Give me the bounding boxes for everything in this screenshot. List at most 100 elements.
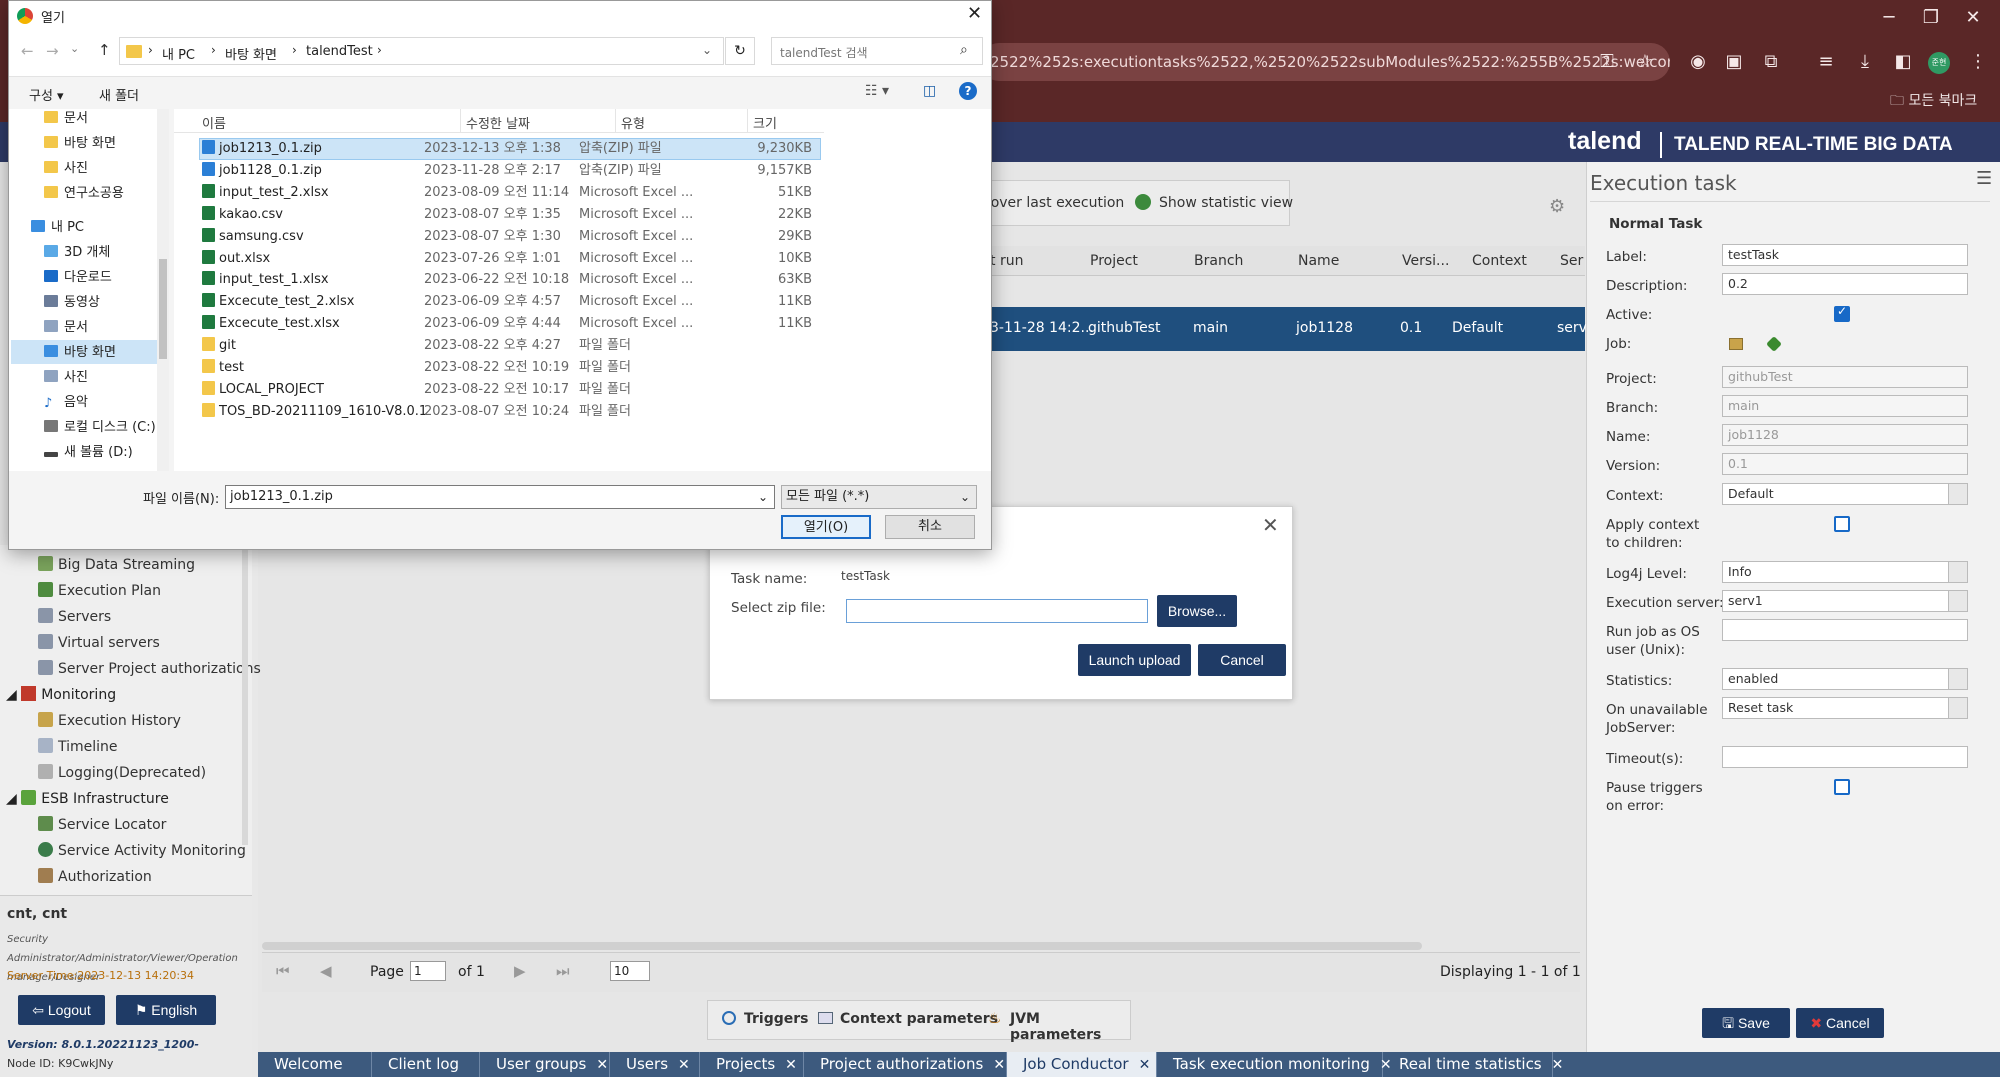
language-button[interactable]: ⚑ English xyxy=(116,995,216,1025)
filename-input[interactable]: job1213_0.1.zip ⌄ xyxy=(225,485,775,509)
nav-service-locator[interactable]: Service Locator xyxy=(38,814,166,836)
close-tab-icon[interactable]: ✕ xyxy=(1552,1057,1564,1073)
page-input[interactable]: 1 xyxy=(410,961,446,981)
up-icon[interactable]: ↑ xyxy=(98,41,111,59)
open-button[interactable]: 열기(O) xyxy=(781,515,871,539)
tree-item[interactable]: 3D 개체 xyxy=(44,243,110,263)
column-header[interactable]: Name xyxy=(1298,253,1339,269)
tab-client-log[interactable]: Client log xyxy=(372,1052,480,1077)
all-bookmarks[interactable]: 🗀 모든 북마크 xyxy=(1890,90,1977,114)
nav-server-project-authorizations[interactable]: Server Project authorizations xyxy=(38,658,261,680)
download-icon[interactable]: ⤓ xyxy=(1852,50,1878,74)
nav-big-data-streaming[interactable]: Big Data Streaming xyxy=(38,554,195,576)
close-tab-icon[interactable]: ✕ xyxy=(993,1057,1005,1073)
chevron-down-icon[interactable]: ⌄ xyxy=(758,486,768,508)
select-job-icon[interactable] xyxy=(1729,338,1743,350)
tree-item[interactable]: 문서 xyxy=(44,109,88,129)
file-row[interactable]: Excecute_test.xlsx 2023-06-09 오후 4:44 Micr… xyxy=(202,313,822,335)
run-as-user-field[interactable] xyxy=(1722,619,1968,641)
dialog-close-icon[interactable]: ✕ xyxy=(967,3,982,24)
tree-item[interactable]: 문서 xyxy=(44,318,88,338)
file-row[interactable]: input_test_2.xlsx 2023-08-09 오전 11:14 Micr… xyxy=(202,182,822,204)
nav-esb-infrastructure[interactable]: ◢ ESB Infrastructure xyxy=(6,788,169,810)
tree-scrollbar[interactable] xyxy=(157,109,169,471)
file-row[interactable]: kakao.csv 2023-08-07 오후 1:35 Microsoft Exc… xyxy=(202,204,822,226)
logout-button[interactable]: ⇦ Logout xyxy=(18,995,105,1025)
apply-context-checkbox[interactable] xyxy=(1834,516,1850,532)
organize-button[interactable]: 구성 ▾ xyxy=(29,85,64,104)
close-tab-icon[interactable]: ✕ xyxy=(678,1057,690,1073)
star-icon[interactable]: ☆ xyxy=(1632,50,1658,74)
chevron-down-icon[interactable]: ⌄ xyxy=(702,43,712,57)
unavailable-jobserver-select[interactable]: Reset task xyxy=(1722,697,1968,719)
close-icon[interactable]: ✕ xyxy=(1262,513,1279,537)
tree-scroll-thumb[interactable] xyxy=(159,259,167,359)
tree-item[interactable]: 로컬 디스크 (C:) xyxy=(44,418,156,438)
cancel-button[interactable]: ✖ Cancel xyxy=(1796,1008,1884,1038)
recover-last-execution-button[interactable]: cover last execution xyxy=(983,195,1124,211)
active-checkbox[interactable]: ✓ xyxy=(1834,304,1850,322)
page-size-input[interactable]: 10 xyxy=(610,961,650,981)
column-type[interactable]: 유형 xyxy=(621,113,645,132)
tab-job-conductor[interactable]: Job Conductor ✕ xyxy=(1007,1052,1157,1077)
horizontal-scrollbar[interactable] xyxy=(262,942,1422,950)
file-row[interactable]: TOS_BD-20211109_1610-V8.0.1 2023-08-07 오전… xyxy=(202,401,822,423)
column-header[interactable]: Versi... xyxy=(1402,253,1449,269)
search-input[interactable]: talendTest 검색 xyxy=(780,44,868,61)
file-row[interactable]: out.xlsx 2023-07-26 오후 1:01 Microsoft Exce… xyxy=(202,248,822,270)
context-select[interactable]: Default xyxy=(1722,483,1968,505)
column-header[interactable]: Context xyxy=(1472,253,1527,269)
pause-triggers-checkbox[interactable] xyxy=(1834,779,1850,795)
tree-item[interactable]: 동영상 xyxy=(44,293,100,313)
nav-service-activity-monitoring[interactable]: Service Activity Monitoring xyxy=(38,840,246,862)
column-header[interactable]: Ser xyxy=(1560,253,1583,269)
nav-execution-plan[interactable]: Execution Plan xyxy=(38,580,161,602)
close-tab-icon[interactable]: ✕ xyxy=(596,1057,608,1073)
gear-icon[interactable]: ⚙ xyxy=(1549,196,1565,217)
breadcrumb[interactable]: › 내 PC › 바탕 화면 › talendTest › ⌄ xyxy=(119,37,724,65)
panel-menu-icon[interactable]: ☰ xyxy=(1976,168,1992,189)
last-page-icon[interactable]: ⏭ xyxy=(556,962,570,980)
close-tab-icon[interactable]: ✕ xyxy=(785,1057,797,1073)
nav-scrollbar[interactable] xyxy=(242,545,248,845)
minimize-icon[interactable]: ─ xyxy=(1876,6,1902,30)
avatar[interactable]: 준현 xyxy=(1928,52,1950,74)
collapse-icon[interactable]: ◢ xyxy=(6,687,21,703)
forward-icon[interactable]: → xyxy=(46,42,59,60)
tab-task-execution-monitoring[interactable]: Task execution monitoring ✕ xyxy=(1157,1052,1392,1077)
tab-real-time-statistics[interactable]: Real time statistics ✕ xyxy=(1383,1052,1563,1077)
tab-projects[interactable]: Projects ✕ xyxy=(700,1052,804,1077)
tree-item[interactable]: 바탕 화면 xyxy=(44,134,116,154)
tree-item[interactable]: 새 볼륨 (D:) xyxy=(44,443,133,463)
preview-pane-icon[interactable]: ◫ xyxy=(923,83,936,99)
nav-servers[interactable]: Servers xyxy=(38,606,111,628)
tab-project-authorizations[interactable]: Project authorizations ✕ xyxy=(804,1052,1007,1077)
file-row[interactable]: LOCAL_PROJECT 2023-08-22 오전 10:17 파일 폴더 xyxy=(202,379,822,401)
nav-timeline[interactable]: Timeline xyxy=(38,736,118,758)
timeout-field[interactable] xyxy=(1722,746,1968,768)
view-options-icon[interactable]: ☷ ▾ xyxy=(865,83,889,99)
context-parameters-tab[interactable]: Context parameters xyxy=(840,1011,998,1027)
help-icon[interactable]: ? xyxy=(959,82,977,100)
tree-item[interactable]: 연구소공용 xyxy=(44,184,124,204)
browse-button[interactable]: Browse... xyxy=(1157,595,1237,627)
column-name[interactable]: 이름 xyxy=(202,113,226,132)
log4j-select[interactable]: Info xyxy=(1722,561,1968,583)
file-row[interactable]: Excecute_test_2.xlsx 2023-06-09 오후 4:57 Mi… xyxy=(202,291,822,313)
nav-logging[interactable]: Logging(Deprecated) xyxy=(38,762,206,784)
nav-monitoring[interactable]: ◢ Monitoring xyxy=(6,684,116,706)
jvm-parameters-tab[interactable]: JVM parameters xyxy=(1010,1011,1130,1043)
show-statistic-view-button[interactable]: Show statistic view xyxy=(1159,195,1293,211)
restore-icon[interactable]: ❐ xyxy=(1918,6,1944,30)
column-header[interactable]: Branch xyxy=(1194,253,1243,269)
search-icon[interactable]: ⌕ xyxy=(960,42,968,58)
close-window-icon[interactable]: ✕ xyxy=(1960,6,1986,30)
column-header[interactable]: t run xyxy=(990,253,1023,269)
save-button[interactable]: 🖫 Save xyxy=(1702,1008,1790,1038)
breadcrumb-item[interactable]: talendTest xyxy=(306,44,373,59)
file-type-select[interactable]: 모든 파일 (*.*) ⌄ xyxy=(781,485,977,509)
tree-item[interactable]: 사진 xyxy=(44,368,88,388)
key-icon[interactable]: ⚿ xyxy=(1594,50,1620,74)
upload-cancel-button[interactable]: Cancel xyxy=(1198,644,1286,676)
execution-server-select[interactable]: serv1 xyxy=(1722,590,1968,612)
